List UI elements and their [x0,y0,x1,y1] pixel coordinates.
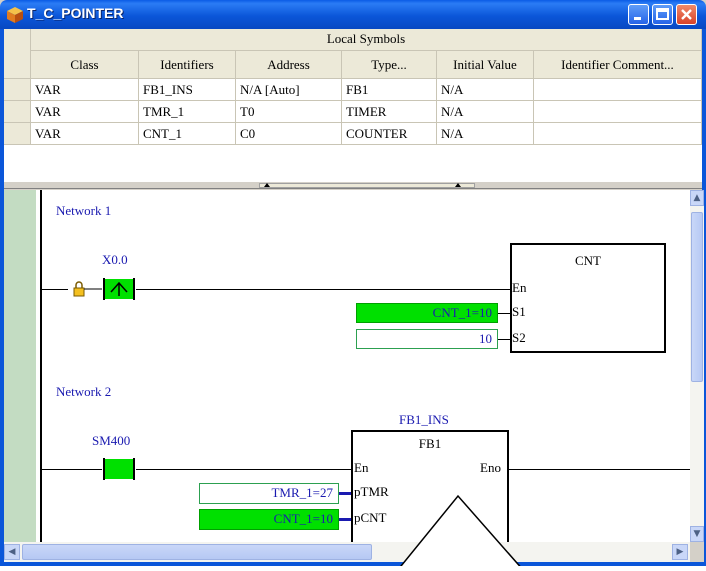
callout-pointer [396,494,526,571]
